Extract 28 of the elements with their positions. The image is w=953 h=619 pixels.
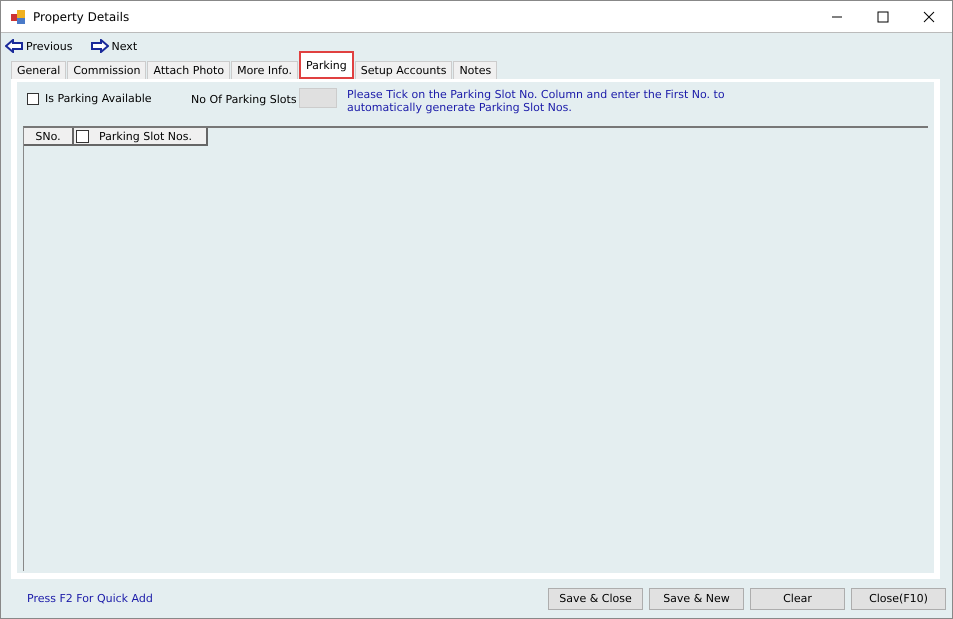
column-label: SNo. (35, 130, 61, 142)
close-icon[interactable] (923, 10, 935, 22)
tab[interactable]: More Info. (231, 61, 298, 79)
action-button[interactable]: Save & New (649, 588, 744, 610)
window-title: Property Details (33, 10, 130, 24)
quick-add-hint: Press F2 For Quick Add (27, 592, 154, 605)
parking-available-checkbox[interactable]: Is Parking Available (27, 92, 187, 105)
tab[interactable]: Attach Photo (147, 61, 230, 79)
column-label: Parking Slot Nos. (98, 130, 192, 142)
hint-text: Please Tick on the Parking Slot No. Column and enter the First No. to automatically generate Parking Slot Nos. (347, 88, 726, 114)
tab[interactable]: Parking (298, 51, 354, 79)
action-button[interactable]: Close(F10) (851, 588, 946, 610)
column-checkbox[interactable] (76, 130, 89, 142)
next-button[interactable]: Next (90, 39, 138, 53)
tab[interactable]: Notes (453, 61, 498, 79)
tab[interactable]: Setup Accounts (354, 61, 452, 79)
column-header[interactable]: SNo. (24, 128, 74, 146)
slots-label: No Of Parking Slots (191, 93, 298, 106)
previous-button[interactable]: Previous (5, 39, 72, 53)
column-header[interactable]: Parking Slot Nos. (74, 128, 208, 146)
forward-arrow-icon (90, 39, 108, 53)
back-arrow-icon (5, 39, 23, 53)
maximize-icon[interactable] (877, 10, 889, 22)
tab[interactable]: Commission (67, 61, 146, 79)
app-icon (11, 10, 25, 24)
action-button[interactable]: Clear (750, 588, 845, 610)
tab[interactable]: General (11, 61, 66, 79)
action-button[interactable]: Save & Close (548, 588, 643, 610)
